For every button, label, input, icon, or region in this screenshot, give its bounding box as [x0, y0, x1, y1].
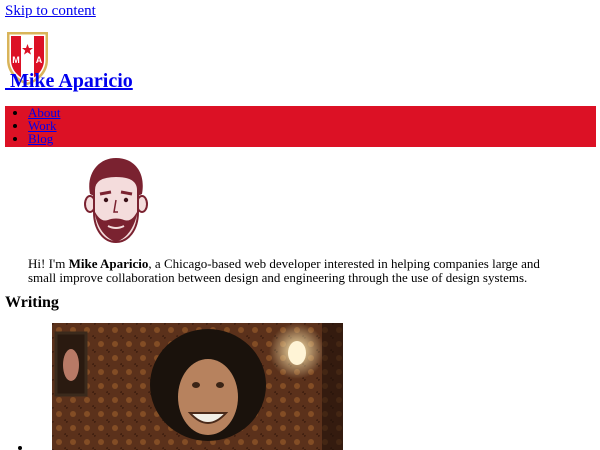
main-navigation: About Work Blog [5, 106, 596, 147]
list-bullet [18, 446, 22, 450]
site-title-link[interactable]: Mike Aparicio [5, 70, 133, 92]
nav-item-about: About [28, 106, 596, 119]
nav-item-blog: Blog [28, 132, 596, 145]
nav-list: About Work Blog [5, 106, 596, 145]
logo-letter-m: M [12, 55, 20, 65]
avatar-illustration [84, 158, 148, 244]
featured-post-image-link[interactable] [52, 323, 343, 450]
site-title: Mike Aparicio [5, 70, 133, 93]
nav-item-work: Work [28, 119, 596, 132]
nav-link-blog[interactable]: Blog [28, 131, 53, 146]
intro-name: Mike Aparicio [68, 256, 149, 271]
writing-heading: Writing [5, 294, 59, 311]
intro-paragraph: Hi! I'm Mike Aparicio, a Chicago-based w… [28, 257, 568, 285]
intro-prefix: Hi! I'm [28, 256, 69, 271]
featured-post-image [52, 323, 343, 450]
skip-to-content-link[interactable]: Skip to content [5, 3, 96, 20]
logo-letter-a: A [36, 55, 43, 65]
site-title-text: Mike Aparicio [10, 70, 133, 92]
